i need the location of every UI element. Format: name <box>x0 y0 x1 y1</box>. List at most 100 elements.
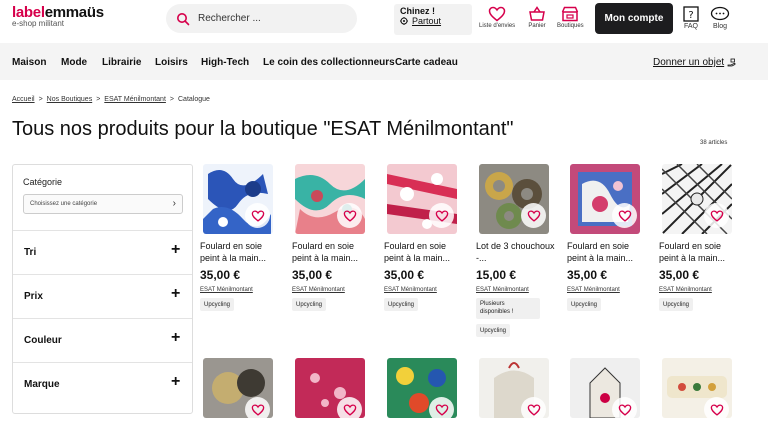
add-to-wishlist-button[interactable] <box>704 203 729 228</box>
donate-link[interactable]: Donner un objet <box>653 57 737 68</box>
product-tag: Upcycling <box>476 324 511 337</box>
add-to-wishlist-button[interactable] <box>429 203 454 228</box>
product-name[interactable]: Lot de 3 chouchoux -... <box>476 240 556 264</box>
product-shop-link[interactable]: ESAT Ménilmontant <box>384 287 437 293</box>
nav-item-carte-cadeau[interactable]: Carte cadeau <box>395 57 458 68</box>
blog-label: Blog <box>712 23 727 30</box>
donate-label: Donner un objet <box>653 57 725 68</box>
blog-link[interactable]: Blog <box>710 6 730 30</box>
breadcrumb: Accueil > Nos Boutiques > ESAT Ménilmontan… <box>12 96 210 103</box>
nav-item-high-tech[interactable]: High-Tech <box>201 57 249 68</box>
breadcrumb-separator: > <box>38 96 43 103</box>
heart-icon <box>343 209 356 222</box>
add-to-wishlist-button[interactable] <box>612 203 637 228</box>
plus-icon: + <box>171 373 181 390</box>
product-price: 35,00 € <box>292 268 333 282</box>
product-price: 35,00 € <box>200 268 241 282</box>
add-to-wishlist-button[interactable] <box>521 397 546 422</box>
faq-label: FAQ <box>683 23 698 30</box>
nav-item-librairie[interactable]: Librairie <box>102 57 141 68</box>
plus-icon: + <box>171 285 181 302</box>
donate-hand-icon <box>727 58 736 67</box>
shop-icon <box>562 6 579 22</box>
product-shop-link[interactable]: ESAT Ménilmontant <box>200 287 253 293</box>
product-tag: Upcycling <box>292 298 327 311</box>
product-tag: Upcycling <box>200 298 235 311</box>
svg-text:?: ? <box>688 10 693 21</box>
wishlist-label: Liste d'envies <box>479 23 516 29</box>
breadcrumb-separator: > <box>96 96 101 103</box>
filter-marque[interactable]: Marque + <box>13 362 192 406</box>
add-to-wishlist-button[interactable] <box>245 397 270 422</box>
product-tag: Upcycling <box>567 298 602 311</box>
nav-item-collectionneurs[interactable]: Le coin des collectionneurs <box>263 57 395 68</box>
filter-label: Prix <box>24 291 43 302</box>
nav-item-mode[interactable]: Mode <box>61 57 87 68</box>
cart-label: Panier <box>528 23 546 29</box>
product-shop-link[interactable]: ESAT Ménilmontant <box>659 287 712 293</box>
chevron-right-icon: › <box>172 198 176 209</box>
wishlist-link[interactable]: Liste d'envies <box>479 6 515 29</box>
breadcrumb-shops[interactable]: Nos Boutiques <box>47 96 93 103</box>
breadcrumb-current: Catalogue <box>178 96 210 103</box>
product-name[interactable]: Foulard en soie peint à la main... <box>292 240 372 264</box>
product-name[interactable]: Foulard en soie peint à la main... <box>659 240 739 264</box>
add-to-wishlist-button[interactable] <box>521 203 546 228</box>
heart-icon <box>488 6 506 22</box>
basket-icon <box>529 6 545 21</box>
product-price: 35,00 € <box>384 268 425 282</box>
category-select[interactable]: Choisissez une catégorie › <box>23 194 183 214</box>
site-header: labelemmaüs e-shop militant Chinez ! Par… <box>0 0 768 40</box>
filter-label: Marque <box>24 379 60 390</box>
product-tag: Upcycling <box>384 298 419 311</box>
product-price: 35,00 € <box>659 268 700 282</box>
location-selector[interactable]: Chinez ! Partout <box>394 4 472 35</box>
product-name[interactable]: Foulard en soie peint à la main... <box>567 240 647 264</box>
add-to-wishlist-button[interactable] <box>337 397 362 422</box>
faq-link[interactable]: ? FAQ <box>683 6 699 30</box>
filter-prix[interactable]: Prix + <box>13 274 192 318</box>
product-shop-link[interactable]: ESAT Ménilmontant <box>476 287 529 293</box>
heart-icon <box>435 209 448 222</box>
filter-couleur[interactable]: Couleur + <box>13 318 192 362</box>
availability-badge: Plusieurs disponibles ! <box>476 298 540 319</box>
product-price: 35,00 € <box>567 268 608 282</box>
search-bar[interactable] <box>166 4 357 33</box>
add-to-wishlist-button[interactable] <box>704 397 729 422</box>
account-button[interactable]: Mon compte <box>595 3 673 34</box>
nav-item-maison[interactable]: Maison <box>12 57 46 68</box>
filter-sidebar: Catégorie Choisissez une catégorie › Tri… <box>12 164 193 414</box>
add-to-wishlist-button[interactable] <box>429 397 454 422</box>
filter-label: Tri <box>24 247 37 258</box>
product-price: 15,00 € <box>476 268 517 282</box>
heart-icon <box>710 209 723 222</box>
breadcrumb-shop[interactable]: ESAT Ménilmontant <box>104 96 166 103</box>
search-input[interactable] <box>198 13 348 24</box>
shops-label: Boutiques <box>557 23 584 29</box>
site-logo[interactable]: labelemmaüs e-shop militant <box>12 4 104 28</box>
heart-icon <box>618 209 631 222</box>
product-shop-link[interactable]: ESAT Ménilmontant <box>292 287 345 293</box>
product-tag: Upcycling <box>659 298 694 311</box>
plus-icon: + <box>171 329 181 346</box>
cart-link[interactable]: Panier <box>528 6 546 29</box>
chinez-title: Chinez ! <box>400 6 435 16</box>
breadcrumb-separator: > <box>169 96 174 103</box>
search-icon <box>177 12 190 25</box>
category-placeholder: Choisissez une catégorie <box>30 201 98 207</box>
plus-icon: + <box>171 241 181 258</box>
add-to-wishlist-button[interactable] <box>612 397 637 422</box>
filter-tri[interactable]: Tri + <box>13 230 192 274</box>
add-to-wishlist-button[interactable] <box>337 203 362 228</box>
breadcrumb-home[interactable]: Accueil <box>12 96 35 103</box>
product-shop-link[interactable]: ESAT Ménilmontant <box>567 287 620 293</box>
page-title: Tous nos produits pour la boutique "ESAT… <box>12 118 514 140</box>
nav-item-loisirs[interactable]: Loisirs <box>155 57 188 68</box>
help-icon: ? <box>683 6 699 22</box>
location-pin-icon <box>400 17 408 25</box>
product-name[interactable]: Foulard en soie peint à la main... <box>200 240 280 264</box>
add-to-wishlist-button[interactable] <box>245 203 270 228</box>
article-count: 38 articles <box>700 140 728 146</box>
shops-link[interactable]: Boutiques <box>557 6 584 29</box>
product-name[interactable]: Foulard en soie peint à la main... <box>384 240 464 264</box>
